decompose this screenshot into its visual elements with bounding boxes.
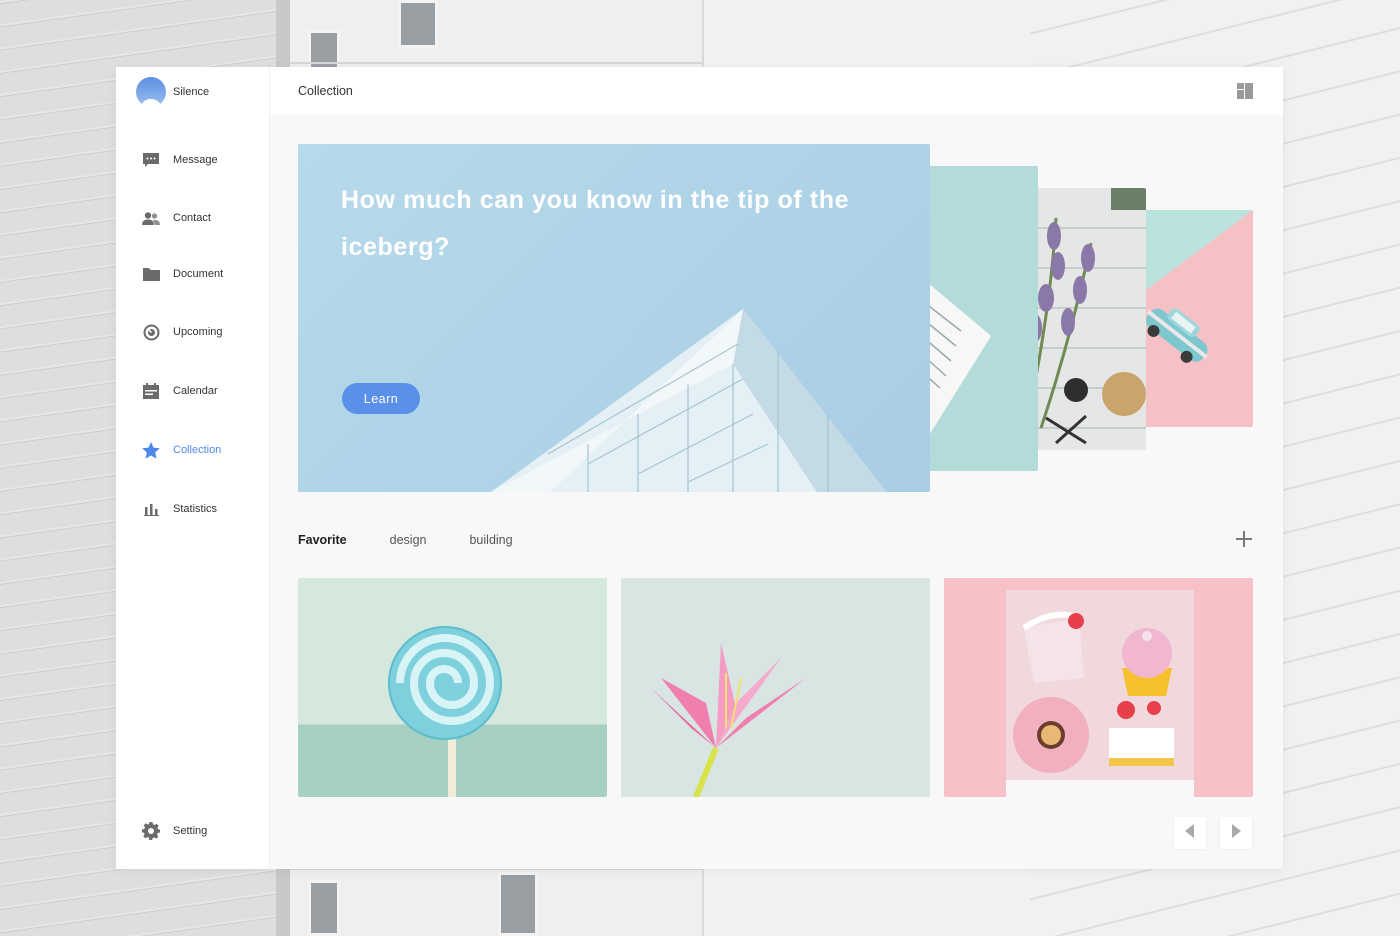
gallery-item-sweets[interactable] (944, 578, 1253, 797)
sidebar-item-upcoming[interactable]: Upcoming (142, 323, 223, 341)
sidebar-item-label: Upcoming (173, 326, 223, 338)
user-profile[interactable]: Silence (136, 77, 209, 107)
sidebar-item-label: Calendar (173, 385, 218, 397)
sidebar-item-label: Contact (173, 212, 211, 224)
collection-tabs: Favorite design building (298, 533, 556, 547)
hero-title: How much can you know in the tip of the … (341, 186, 850, 261)
tab-design[interactable]: design (390, 533, 427, 547)
app-window: Silence Message Contact Document Upcomin (116, 67, 1283, 869)
star-icon (142, 441, 160, 459)
sidebar-item-label: Setting (173, 825, 208, 837)
layout-icon[interactable] (1237, 83, 1253, 99)
hero-card: How much can you know in the tip of the … (298, 144, 930, 492)
sidebar-item-contact[interactable]: Contact (142, 209, 211, 227)
contact-icon (142, 209, 160, 227)
gallery-item-lily[interactable] (621, 578, 930, 797)
add-icon[interactable] (1235, 531, 1253, 549)
sidebar: Silence Message Contact Document Upcomin (116, 67, 270, 869)
clock-icon (142, 323, 160, 341)
tab-favorite[interactable]: Favorite (298, 533, 347, 547)
caret-left-icon (1185, 823, 1195, 843)
next-button[interactable] (1220, 817, 1252, 849)
sidebar-item-label: Collection (173, 444, 222, 456)
page-title: Collection (298, 84, 353, 98)
avatar[interactable] (136, 77, 166, 107)
gear-icon (142, 822, 160, 840)
header: Collection (270, 67, 1283, 115)
sidebar-item-label: Document (173, 268, 224, 280)
tab-building[interactable]: building (469, 533, 512, 547)
gallery-item-lollipop[interactable] (298, 578, 607, 797)
calendar-icon (142, 382, 160, 400)
learn-button[interactable]: Learn (342, 383, 420, 414)
message-icon (142, 151, 160, 169)
sidebar-item-calendar[interactable]: Calendar (142, 382, 218, 400)
sidebar-item-message[interactable]: Message (142, 151, 218, 169)
sidebar-item-label: Message (173, 154, 218, 166)
sidebar-item-document[interactable]: Document (142, 265, 223, 283)
building-image (490, 309, 887, 492)
sidebar-item-statistics[interactable]: Statistics (142, 500, 217, 518)
folder-icon (142, 265, 160, 283)
sidebar-item-label: Statistics (173, 503, 218, 515)
previous-button[interactable] (1174, 817, 1206, 849)
sidebar-item-collection[interactable]: Collection (142, 441, 221, 459)
bar-chart-icon (142, 500, 160, 518)
sidebar-item-setting[interactable]: Setting (142, 822, 207, 840)
caret-right-icon (1231, 823, 1241, 843)
profile-name: Silence (173, 86, 210, 98)
